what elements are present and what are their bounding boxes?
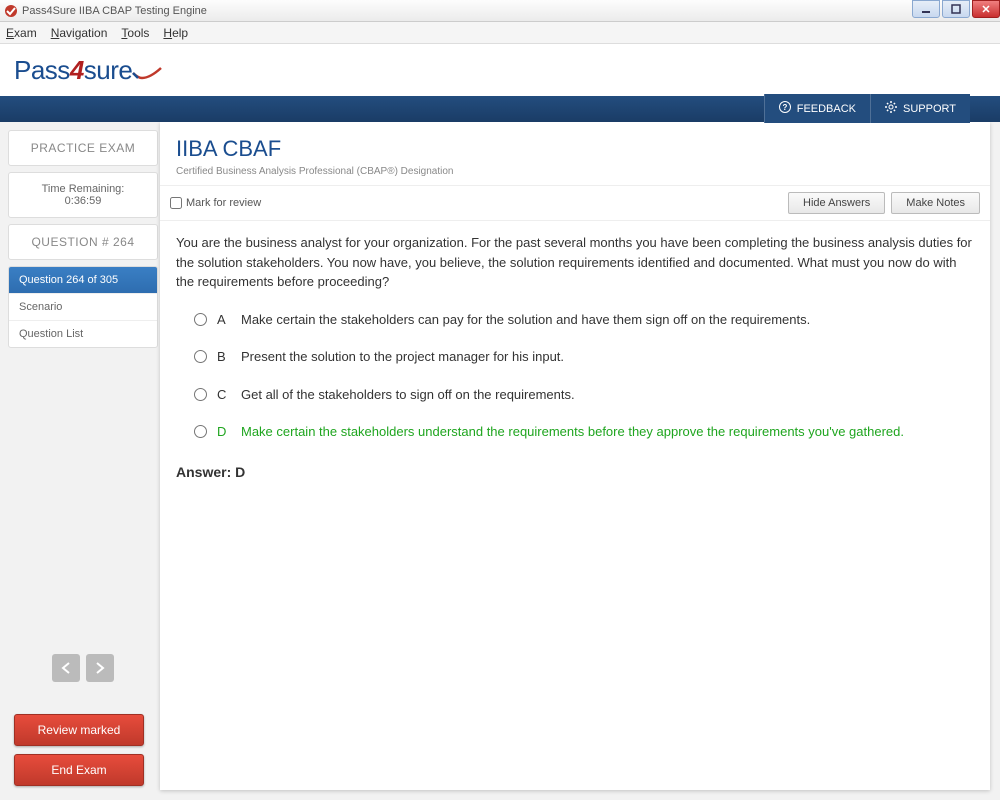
sidebar-tab-scenario[interactable]: Scenario <box>9 293 157 320</box>
practice-exam-label: PRACTICE EXAM <box>13 141 153 155</box>
menu-navigation[interactable]: Navigation <box>51 26 108 40</box>
feedback-button[interactable]: ? FEEDBACK <box>764 94 870 123</box>
option-b-letter: B <box>217 347 231 367</box>
logo-sure: sure <box>84 55 133 85</box>
question-number-card: QUESTION # 264 <box>8 224 158 260</box>
hide-answers-button[interactable]: Hide Answers <box>788 192 885 214</box>
logo-four: 4 <box>70 55 84 85</box>
option-b-text: Present the solution to the project mana… <box>241 347 974 367</box>
window-title: Pass4Sure IIBA CBAP Testing Engine <box>22 5 207 17</box>
time-remaining-card: Time Remaining: 0:36:59 <box>8 172 158 218</box>
feedback-label: FEEDBACK <box>797 103 856 115</box>
option-d-radio[interactable] <box>194 425 207 438</box>
option-c[interactable]: C Get all of the stakeholders to sign of… <box>194 385 974 405</box>
window-controls: ✕ <box>910 0 1000 20</box>
logo-check-icon <box>132 57 162 71</box>
window-close-button[interactable]: ✕ <box>972 0 1000 18</box>
option-d-text: Make certain the stakeholders understand… <box>241 422 974 442</box>
question-number-label: QUESTION # 264 <box>13 235 153 249</box>
mark-for-review[interactable]: Mark for review <box>170 197 261 209</box>
panel-header: IIBA CBAF Certified Business Analysis Pr… <box>160 122 990 186</box>
option-a-radio[interactable] <box>194 313 207 326</box>
option-b[interactable]: B Present the solution to the project ma… <box>194 347 974 367</box>
menu-exam[interactable]: Exam <box>6 26 37 40</box>
end-exam-button[interactable]: End Exam <box>14 754 144 786</box>
bottom-actions: Review marked End Exam <box>14 714 144 786</box>
menu-bar: Exam Navigation Tools Help <box>0 22 1000 44</box>
mark-for-review-label: Mark for review <box>186 197 261 209</box>
answer-line: Answer: D <box>176 462 974 483</box>
svg-text:?: ? <box>782 103 787 112</box>
question-toolbar: Mark for review Hide Answers Make Notes <box>160 186 990 221</box>
question-body: You are the business analyst for your or… <box>160 221 990 790</box>
workspace: PRACTICE EXAM Time Remaining: 0:36:59 QU… <box>0 122 1000 800</box>
option-c-letter: C <box>217 385 231 405</box>
time-remaining-label: Time Remaining: <box>13 183 153 195</box>
time-remaining-value: 0:36:59 <box>13 195 153 207</box>
option-d-letter: D <box>217 422 231 442</box>
support-button[interactable]: SUPPORT <box>870 94 970 123</box>
menu-help[interactable]: Help <box>163 26 188 40</box>
logo-pass: Pass <box>14 55 70 85</box>
nav-arrows <box>8 654 158 682</box>
question-stem: You are the business analyst for your or… <box>176 233 974 292</box>
practice-exam-card: PRACTICE EXAM <box>8 130 158 166</box>
window-maximize-button[interactable] <box>942 0 970 18</box>
option-c-radio[interactable] <box>194 388 207 401</box>
option-a[interactable]: A Make certain the stakeholders can pay … <box>194 310 974 330</box>
brand-logo: Pass4sure <box>14 55 162 86</box>
logo-band: Pass4sure <box>0 44 1000 96</box>
exam-title: IIBA CBAF <box>176 136 974 162</box>
make-notes-button[interactable]: Make Notes <box>891 192 980 214</box>
prev-question-button[interactable] <box>52 654 80 682</box>
next-question-button[interactable] <box>86 654 114 682</box>
menu-tools[interactable]: Tools <box>121 26 149 40</box>
support-label: SUPPORT <box>903 103 956 115</box>
option-c-text: Get all of the stakeholders to sign off … <box>241 385 974 405</box>
window-minimize-button[interactable] <box>912 0 940 18</box>
question-mark-icon: ? <box>779 101 791 116</box>
sidebar-tabs: Question 264 of 305 Scenario Question Li… <box>8 266 158 348</box>
blue-band: ? FEEDBACK SUPPORT <box>0 96 1000 122</box>
exam-subtitle: Certified Business Analysis Professional… <box>176 166 974 177</box>
gear-icon <box>885 101 897 116</box>
option-b-radio[interactable] <box>194 350 207 363</box>
sidebar: PRACTICE EXAM Time Remaining: 0:36:59 QU… <box>0 122 158 800</box>
options-group: A Make certain the stakeholders can pay … <box>194 310 974 442</box>
sidebar-tab-progress[interactable]: Question 264 of 305 <box>9 267 157 293</box>
option-a-text: Make certain the stakeholders can pay fo… <box>241 310 974 330</box>
main-panel: IIBA CBAF Certified Business Analysis Pr… <box>160 122 990 790</box>
review-marked-button[interactable]: Review marked <box>14 714 144 746</box>
sidebar-tab-question-list[interactable]: Question List <box>9 320 157 347</box>
mark-for-review-checkbox[interactable] <box>170 197 182 209</box>
app-icon <box>4 4 18 18</box>
option-a-letter: A <box>217 310 231 330</box>
option-d[interactable]: D Make certain the stakeholders understa… <box>194 422 974 442</box>
window-titlebar: Pass4Sure IIBA CBAP Testing Engine ✕ <box>0 0 1000 22</box>
